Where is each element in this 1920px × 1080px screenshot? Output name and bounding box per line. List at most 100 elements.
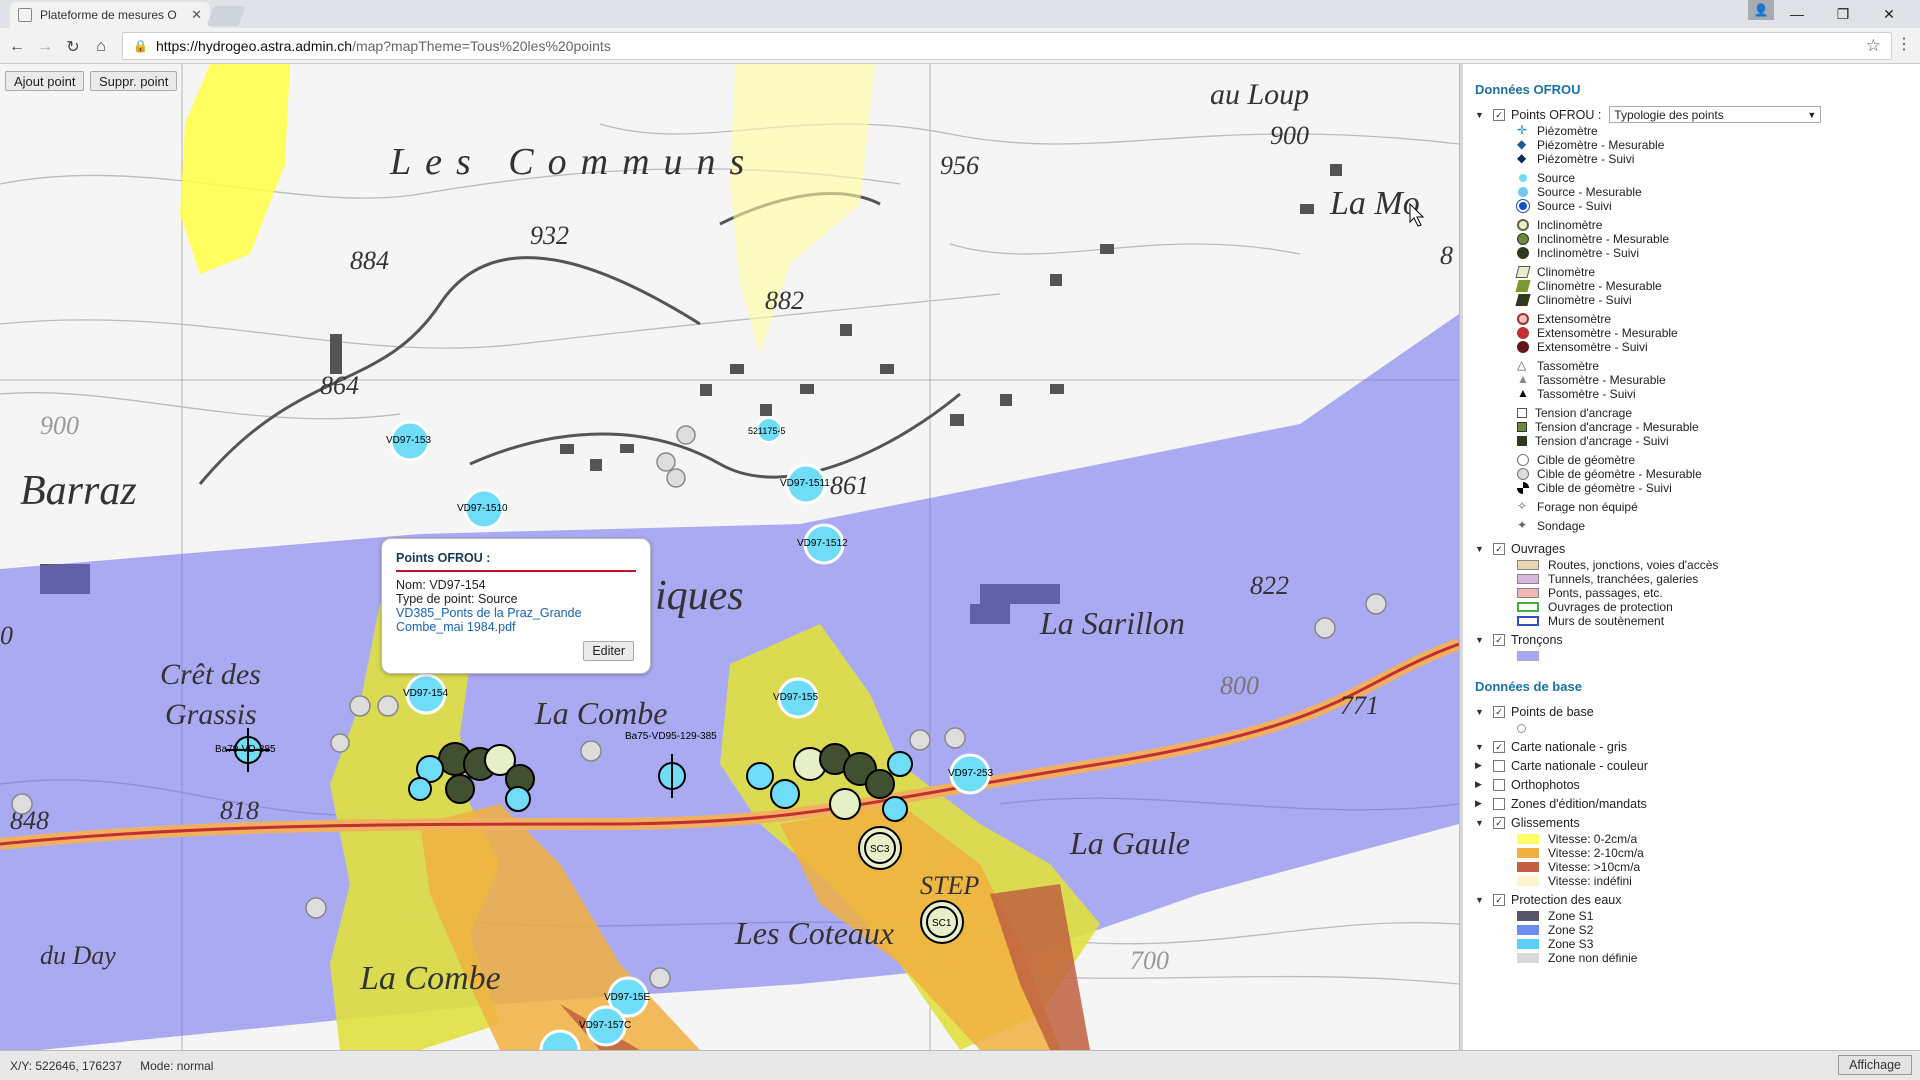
- popup-name: Nom: VD97-154: [396, 578, 486, 592]
- popup-document-link[interactable]: VD385_Ponts de la Praz_Grande Combe_mai …: [396, 606, 636, 634]
- place-name: Barraz: [20, 468, 137, 514]
- expand-triangle-icon[interactable]: ▶: [1475, 779, 1493, 790]
- collapse-triangle-icon[interactable]: ▼: [1475, 818, 1493, 828]
- address-bar[interactable]: 🔒 https://hydrogeo.astra.admin.ch/map?ma…: [122, 32, 1892, 60]
- affichage-button[interactable]: Affichage: [1838, 1055, 1912, 1075]
- place-name: STEP: [920, 871, 979, 900]
- remove-point-button[interactable]: Suppr. point: [90, 71, 178, 91]
- layer-zones: ▶ Zones d'édition/mandats: [1475, 794, 1908, 813]
- inclinometer-followed-icon: [1517, 247, 1529, 259]
- layer-panel: Données OFROU ▼ Points OFROU : Typologie…: [1463, 64, 1920, 1050]
- profile-icon[interactable]: 👤: [1748, 0, 1774, 20]
- browser-menu-icon[interactable]: ⋮: [1896, 34, 1912, 54]
- layer-troncons: ▼ Tronçons: [1475, 630, 1908, 649]
- legend-label: Extensomètre - Mesurable: [1537, 326, 1678, 340]
- place-name: au Loup: [1210, 78, 1309, 111]
- close-window-button[interactable]: ✕: [1866, 0, 1912, 28]
- legend-label: Tassomètre: [1537, 359, 1600, 373]
- layer-checkbox[interactable]: [1493, 633, 1505, 646]
- legend-label: Zone S1: [1548, 909, 1594, 923]
- legend-label: Vitesse: >10cm/a: [1548, 860, 1641, 874]
- typology-select[interactable]: Typologie des points ▼: [1609, 106, 1822, 123]
- bookmark-star-icon[interactable]: ☆: [1866, 36, 1881, 56]
- forward-arrow-icon[interactable]: →: [34, 36, 56, 58]
- point-label: 521175-5: [748, 426, 785, 436]
- minimize-button[interactable]: —: [1774, 0, 1820, 28]
- expand-triangle-icon[interactable]: ▶: [1475, 760, 1493, 771]
- anchor-tension-measurable-icon: [1517, 422, 1527, 432]
- expand-triangle-icon[interactable]: ▶: [1475, 798, 1493, 809]
- popup-link-line[interactable]: VD385_Ponts de la Praz_Grande: [396, 606, 636, 620]
- layer-carte-gris: ▼ Carte nationale - gris: [1475, 737, 1908, 756]
- survey-target-followed-icon: [1517, 482, 1529, 494]
- layer-checkbox[interactable]: [1493, 705, 1505, 718]
- layer-checkbox[interactable]: [1493, 542, 1505, 555]
- legend-label: Tension d'ancrage - Mesurable: [1535, 420, 1699, 434]
- point-label: VD97-153: [386, 435, 431, 446]
- legend-item: ▲ Tassomètre - Mesurable: [1475, 373, 1908, 387]
- legend-label: Extensomètre - Suivi: [1537, 340, 1648, 354]
- swatch: [1517, 574, 1539, 584]
- section-title-base: Données de base: [1475, 679, 1582, 694]
- reload-icon[interactable]: ↻: [62, 36, 84, 58]
- layer-points-base: ▼ Points de base: [1475, 702, 1908, 721]
- layer-checkbox[interactable]: [1493, 740, 1505, 753]
- layer-checkbox[interactable]: [1493, 797, 1505, 810]
- collapse-triangle-icon[interactable]: ▼: [1475, 707, 1493, 717]
- layer-orthophotos: ▶ Orthophotos: [1475, 775, 1908, 794]
- collapse-triangle-icon[interactable]: ▼: [1475, 895, 1493, 905]
- place-name: La Combe: [534, 695, 667, 731]
- source-followed-icon: [1517, 200, 1529, 212]
- place-name: Grassis: [165, 698, 257, 731]
- legend-label: Clinomètre: [1537, 265, 1596, 279]
- elevation-label: 0: [0, 621, 13, 650]
- legend-label: Cible de géomètre - Mesurable: [1537, 467, 1702, 481]
- collapse-triangle-icon[interactable]: ▼: [1475, 110, 1493, 120]
- map-view[interactable]: Les Communs au Loup La Mo Barraz Crêt de…: [0, 64, 1459, 1050]
- legend-item: Vitesse: 2-10cm/a: [1475, 846, 1908, 860]
- layer-checkbox[interactable]: [1493, 816, 1505, 829]
- point-label: SC3: [870, 844, 890, 855]
- url-host: https://hydrogeo.astra.admin.ch: [155, 38, 353, 54]
- legend-label: Tassomètre - Suivi: [1537, 387, 1636, 401]
- popup-link-line[interactable]: Combe_mai 1984.pdf: [396, 620, 636, 634]
- collapse-triangle-icon[interactable]: ▼: [1475, 742, 1493, 752]
- swatch: [1517, 588, 1539, 598]
- legend-label: Inclinomètre - Mesurable: [1537, 232, 1670, 246]
- layer-label: Zones d'édition/mandats: [1511, 796, 1647, 811]
- close-tab-icon[interactable]: ✕: [191, 7, 202, 23]
- popup-type: Type de point: Source: [396, 592, 518, 606]
- legend-item: ◆ Piézomètre - Suivi: [1475, 152, 1908, 166]
- place-name: iques: [655, 573, 744, 619]
- layer-checkbox[interactable]: [1493, 759, 1505, 772]
- legend-item: Extensomètre - Mesurable: [1475, 326, 1908, 340]
- extensometer-followed-icon: [1517, 341, 1529, 353]
- map-canvas[interactable]: Les Communs au Loup La Mo Barraz Crêt de…: [0, 64, 1459, 1050]
- new-tab-button[interactable]: [206, 6, 246, 26]
- layer-checkbox[interactable]: [1493, 108, 1505, 121]
- edit-button[interactable]: Editer: [583, 641, 634, 661]
- collapse-triangle-icon[interactable]: ▼: [1475, 635, 1493, 645]
- collapse-triangle-icon[interactable]: ▼: [1475, 544, 1493, 554]
- legend-label: Clinomètre - Mesurable: [1537, 279, 1662, 293]
- legend-label: Inclinomètre - Suivi: [1537, 246, 1640, 260]
- legend-label: Piézomètre - Mesurable: [1537, 138, 1665, 152]
- swatch: [1517, 925, 1539, 935]
- tassometer-followed-icon: ▲: [1517, 386, 1529, 400]
- home-icon[interactable]: ⌂: [90, 36, 112, 58]
- inclinometer-measurable-icon: [1517, 233, 1529, 245]
- back-arrow-icon[interactable]: ←: [6, 36, 28, 58]
- legend-label: Vitesse: indéfini: [1548, 874, 1632, 888]
- piezometer-measurable-icon: ◆: [1517, 137, 1527, 151]
- restore-button[interactable]: ❐: [1820, 0, 1866, 28]
- layer-checkbox[interactable]: [1493, 893, 1505, 906]
- legend-item: Cible de géomètre: [1475, 453, 1908, 467]
- survey-target-measurable-icon: [1517, 468, 1529, 480]
- layer-checkbox[interactable]: [1493, 778, 1505, 791]
- legend-item: △ Tassomètre: [1475, 359, 1908, 373]
- add-point-button[interactable]: Ajout point: [5, 71, 85, 91]
- legend-label: Zone non définie: [1548, 951, 1638, 965]
- dropdown-arrow-icon: ▼: [1807, 109, 1817, 120]
- swatch: [1517, 602, 1539, 612]
- browser-tab[interactable]: Plateforme de mesures O ✕: [10, 2, 210, 28]
